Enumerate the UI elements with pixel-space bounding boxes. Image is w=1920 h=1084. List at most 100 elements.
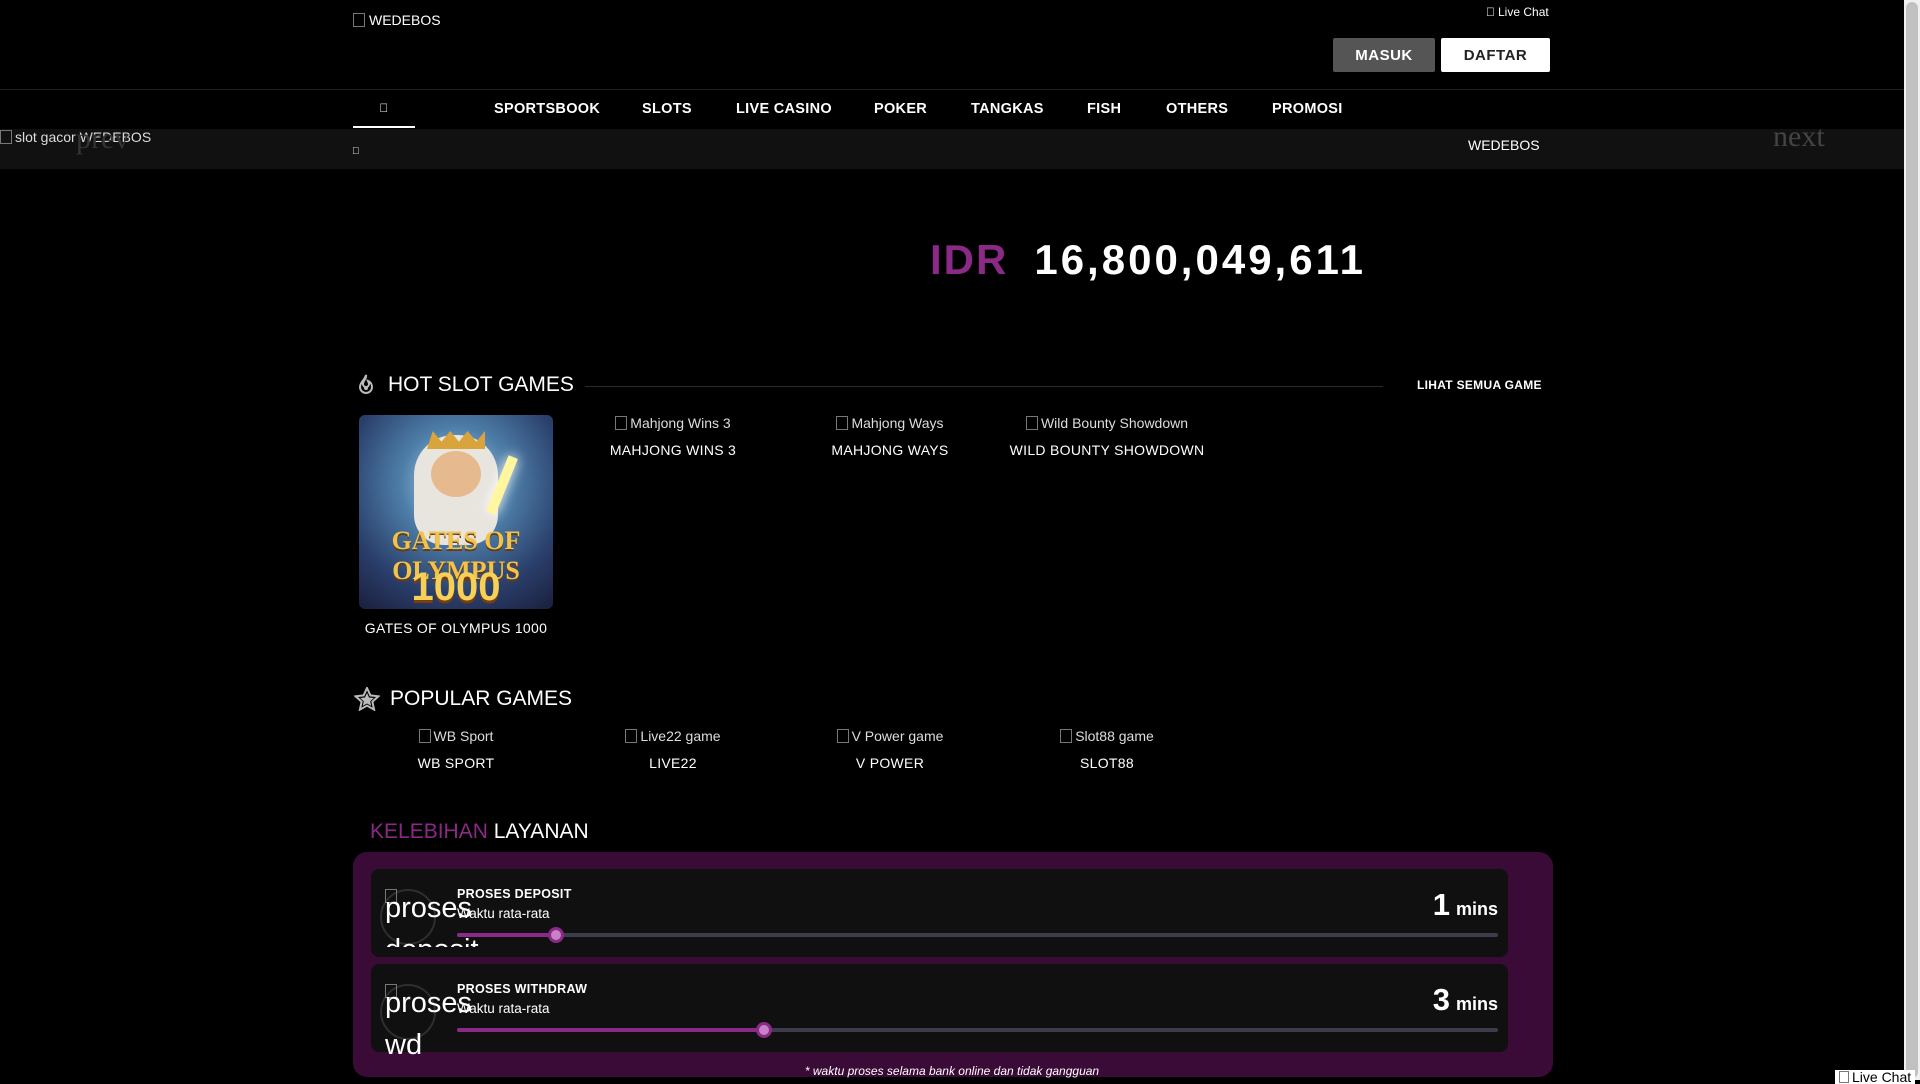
hot-slots-header: HOT SLOT GAMES [354, 373, 574, 397]
zeus-face [431, 451, 481, 497]
game-name[interactable]: GATES OF OLYMPUS 1000 [356, 620, 556, 636]
time-unit: mins [1455, 899, 1498, 919]
home-icon:  [379, 101, 388, 115]
broken-image-icon [836, 416, 849, 430]
game-name[interactable]: SLOT88 [1007, 755, 1207, 771]
nav-divider [0, 89, 1904, 90]
game-card-slot88[interactable]: Slot88 game SLOT88 [1007, 728, 1207, 771]
process-label: PROSES DEPOSIT [457, 887, 572, 901]
game-card-v-power[interactable]: V Power game V POWER [790, 728, 990, 771]
jackpot-value: 16,800,049,611 [1034, 236, 1366, 283]
game-card-wb-sport[interactable]: WB Sport WB SPORT [356, 728, 556, 771]
logo-alt-text: WEDEBOS [369, 12, 441, 28]
popular-games-title: POPULAR GAMES [390, 687, 573, 710]
see-all-games-link[interactable]: LIHAT SEMUA GAME [1417, 378, 1542, 392]
game-name[interactable]: LIVE22 [573, 755, 773, 771]
fire-icon [358, 374, 374, 394]
game-card-wild-bounty-showdown[interactable]: Wild Bounty Showdown WILD BOUNTY SHOWDOW… [1007, 415, 1207, 458]
deposit-process-card: proses deposit PROSES DEPOSIT Waktu rata… [371, 869, 1508, 957]
progress-fill [457, 933, 556, 937]
chat-icon:  [1486, 5, 1495, 19]
floating-live-chat-label: Live Chat [1852, 1070, 1912, 1084]
progress-knob [756, 1022, 773, 1038]
game-card-live22[interactable]: Live22 game LIVE22 [573, 728, 773, 771]
progress-fill [457, 1028, 765, 1032]
nav-slots[interactable]: SLOTS [642, 90, 692, 128]
broken-image-icon [625, 729, 638, 743]
live-chat-link[interactable]:  Live Chat [1486, 5, 1549, 19]
game-alt-text: Mahjong Wins 3 [630, 415, 731, 431]
game-alt-text: V Power game [851, 728, 944, 744]
jackpot-currency: IDR [930, 236, 1009, 283]
time-value: 3 [1432, 982, 1450, 1017]
game-card-gates-of-olympus[interactable]: GATES OF OLYMPUS 1000 GATES OF OLYMPUS 1… [356, 415, 556, 636]
game-alt-text: Slot88 game [1075, 728, 1154, 744]
broken-image-icon [1839, 1071, 1849, 1083]
game-name[interactable]: WB SPORT [356, 755, 556, 771]
jackpot-counter: IDR 16,800,049,611 [930, 236, 1366, 284]
announcement-marquee: WEDEBOS [1468, 137, 1540, 153]
progress-track [457, 1022, 1498, 1038]
section-divider [585, 386, 1383, 387]
process-sub: Waktu rata-rata [457, 906, 550, 921]
banner-carousel [0, 129, 1904, 169]
banner-next-button[interactable]: next [1773, 120, 1825, 154]
broken-image-icon [0, 130, 12, 144]
floating-live-chat-button[interactable]: Live Chat [1835, 1070, 1916, 1084]
nav-tangkas[interactable]: TANGKAS [971, 90, 1044, 128]
star-icon [354, 687, 380, 711]
nav-fish[interactable]: FISH [1087, 90, 1121, 128]
game-name[interactable]: V POWER [790, 755, 990, 771]
broken-image-icon [353, 13, 365, 27]
game-alt-text: Live22 game [640, 728, 721, 744]
live-chat-label: Live Chat [1489, 5, 1549, 19]
game-image[interactable]: Slot88 game [1007, 728, 1207, 744]
service-advantages-title: KELEBIHAN LAYANAN [370, 820, 589, 844]
nav-promosi[interactable]: PROMOSI [1272, 90, 1343, 128]
scrollbar-thumb[interactable] [1906, 2, 1918, 1078]
game-name[interactable]: MAHJONG WAYS [790, 442, 990, 458]
game-name[interactable]: MAHJONG WINS 3 [573, 442, 773, 458]
nav-sportsbook[interactable]: SPORTSBOOK [494, 90, 600, 128]
time-unit: mins [1455, 994, 1498, 1014]
nav-live-casino[interactable]: LIVE CASINO [736, 90, 832, 128]
game-image[interactable]: Mahjong Wins 3 [573, 415, 773, 431]
game-alt-text: Wild Bounty Showdown [1040, 415, 1189, 431]
site-logo[interactable]: WEDEBOS [353, 12, 441, 28]
time-value: 1 [1432, 887, 1450, 922]
register-button[interactable]: DAFTAR [1441, 38, 1550, 72]
title-accent: KELEBIHAN [370, 820, 488, 843]
hot-slots-title: HOT SLOT GAMES [388, 373, 574, 396]
game-image[interactable]: V Power game [790, 728, 990, 744]
game-alt-text: Mahjong Ways [851, 415, 944, 431]
progress-knob [547, 927, 564, 943]
game-image[interactable]: Wild Bounty Showdown [1007, 415, 1207, 431]
nav-poker[interactable]: POKER [874, 90, 927, 128]
process-label: PROSES WITHDRAW [457, 982, 588, 996]
nav-home[interactable]:  [353, 90, 415, 128]
game-image[interactable]: Live22 game [573, 728, 773, 744]
login-button[interactable]: MASUK [1333, 38, 1435, 72]
broken-image-icon [1060, 729, 1073, 743]
banner-prev-button[interactable]: prev [76, 122, 129, 156]
game-thumbnail[interactable]: GATES OF OLYMPUS 1000 [359, 415, 553, 609]
withdraw-process-card: proses wd PROSES WITHDRAW Waktu rata-rat… [371, 964, 1508, 1061]
game-alt-text: WB Sport [433, 728, 494, 744]
broken-image-icon [418, 729, 431, 743]
broken-image-icon [615, 416, 628, 430]
popular-games-header: POPULAR GAMES [354, 687, 572, 711]
game-image[interactable]: WB Sport [356, 728, 556, 744]
broken-image-icon [1025, 416, 1038, 430]
process-sub: Waktu rata-rata [457, 1001, 550, 1016]
process-time: 3 mins [1433, 982, 1498, 1018]
progress-track [457, 927, 1498, 943]
broken-image-icon [836, 729, 849, 743]
nav-others[interactable]: OTHERS [1166, 90, 1228, 128]
game-image[interactable]: Mahjong Ways [790, 415, 990, 431]
game-name[interactable]: WILD BOUNTY SHOWDOWN [1007, 442, 1207, 458]
game-card-mahjong-wins-3[interactable]: Mahjong Wins 3 MAHJONG WINS 3 [573, 415, 773, 458]
processing-note: * waktu proses selama bank online dan ti… [804, 1064, 1100, 1078]
game-card-mahjong-ways[interactable]: Mahjong Ways MAHJONG WAYS [790, 415, 990, 458]
announcement-icon:  [352, 146, 360, 157]
thumbnail-number: 1000 [411, 565, 501, 609]
